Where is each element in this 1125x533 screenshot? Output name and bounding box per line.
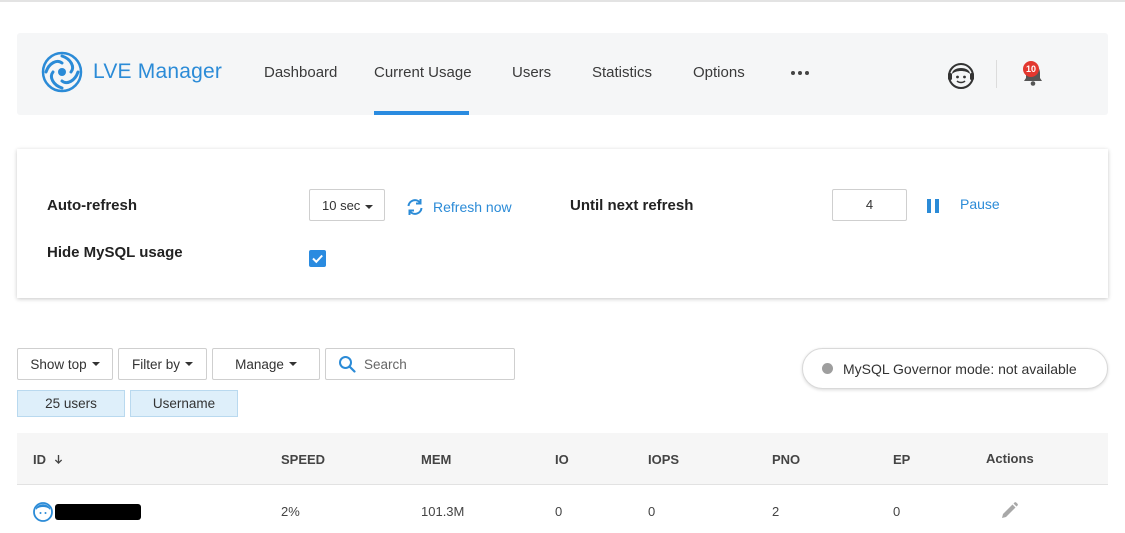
user-avatar-icon — [33, 502, 53, 522]
table-row: 2% 101.3M 0 0 2 0 — [17, 486, 1108, 533]
app-logo[interactable]: LVE Manager — [41, 51, 222, 93]
column-ep[interactable]: EP — [893, 452, 910, 467]
refresh-icon — [407, 199, 423, 215]
status-dot-icon — [822, 363, 833, 374]
checkmark-icon — [312, 254, 323, 264]
until-next-refresh-label: Until next refresh — [570, 197, 694, 214]
cell-mem: 101.3M — [421, 504, 465, 519]
cell-pno: 2 — [772, 504, 780, 519]
nav-dashboard[interactable]: Dashboard — [264, 64, 337, 81]
top-divider — [0, 0, 1125, 2]
pause-icon[interactable] — [927, 199, 939, 213]
search-icon — [339, 356, 356, 373]
users-count-tag[interactable]: 25 users — [17, 390, 125, 417]
refresh-interval-select[interactable]: 10 sec — [309, 189, 385, 221]
nav-statistics[interactable]: Statistics — [592, 64, 652, 81]
mysql-governor-status: MySQL Governor mode: not available — [802, 348, 1108, 389]
column-pno[interactable]: PNO — [772, 452, 800, 467]
column-iops[interactable]: IOPS — [648, 452, 679, 467]
column-actions: Actions — [986, 451, 1034, 466]
pause-button[interactable]: Pause — [960, 196, 1000, 212]
chevron-down-icon — [91, 362, 100, 366]
column-io[interactable]: IO — [555, 452, 569, 467]
lve-logo-icon — [41, 51, 83, 93]
column-speed[interactable]: SPEED — [281, 452, 325, 467]
refresh-settings-panel: Auto-refresh 10 sec Refresh now Until ne… — [17, 149, 1108, 298]
table-header: ID SPEED MEM IO IOPS PNO EP Actions — [17, 433, 1108, 485]
show-top-dropdown[interactable]: Show top — [17, 348, 113, 380]
refresh-interval-value: 10 sec — [322, 198, 361, 213]
nav-users[interactable]: Users — [512, 64, 551, 81]
refresh-now-button[interactable]: Refresh now — [405, 197, 512, 217]
notification-badge: 10 — [1023, 61, 1039, 77]
show-top-label: Show top — [30, 356, 87, 372]
nav-current-usage[interactable]: Current Usage — [374, 64, 472, 81]
ellipsis-icon[interactable] — [791, 71, 809, 75]
search-input[interactable] — [364, 356, 514, 372]
hide-mysql-label: Hide MySQL usage — [47, 244, 183, 261]
cell-speed: 2% — [281, 504, 300, 519]
edit-pencil-icon[interactable] — [999, 501, 1019, 521]
column-id[interactable]: ID — [33, 452, 63, 467]
cell-ep: 0 — [893, 504, 901, 519]
support-agent-icon[interactable] — [946, 60, 976, 90]
mysql-governor-label: MySQL Governor mode: not available — [843, 360, 1077, 377]
app-title: LVE Manager — [93, 60, 223, 83]
filter-by-dropdown[interactable]: Filter by — [118, 348, 207, 380]
sort-tag[interactable]: Username — [130, 390, 238, 417]
auto-refresh-label: Auto-refresh — [47, 197, 138, 214]
cell-io: 0 — [555, 504, 563, 519]
search-box[interactable] — [325, 348, 515, 380]
chevron-down-icon — [365, 204, 374, 209]
column-id-label: ID — [33, 452, 46, 467]
sort-down-icon — [54, 455, 62, 465]
chevron-down-icon — [185, 362, 193, 366]
column-mem[interactable]: MEM — [421, 452, 451, 467]
cell-iops: 0 — [648, 504, 656, 519]
nav-options[interactable]: Options — [693, 64, 745, 81]
filter-by-label: Filter by — [131, 356, 180, 372]
app-header: LVE Manager Dashboard Current Usage User… — [17, 33, 1108, 115]
header-divider — [996, 60, 997, 88]
refresh-countdown-field: 4 — [832, 189, 907, 221]
active-tab-indicator — [374, 111, 469, 115]
hide-mysql-checkbox[interactable] — [309, 250, 326, 267]
redacted-username — [55, 504, 141, 520]
manage-dropdown[interactable]: Manage — [212, 348, 320, 380]
chevron-down-icon — [288, 362, 297, 366]
refresh-now-label: Refresh now — [433, 199, 512, 215]
manage-label: Manage — [235, 356, 284, 372]
